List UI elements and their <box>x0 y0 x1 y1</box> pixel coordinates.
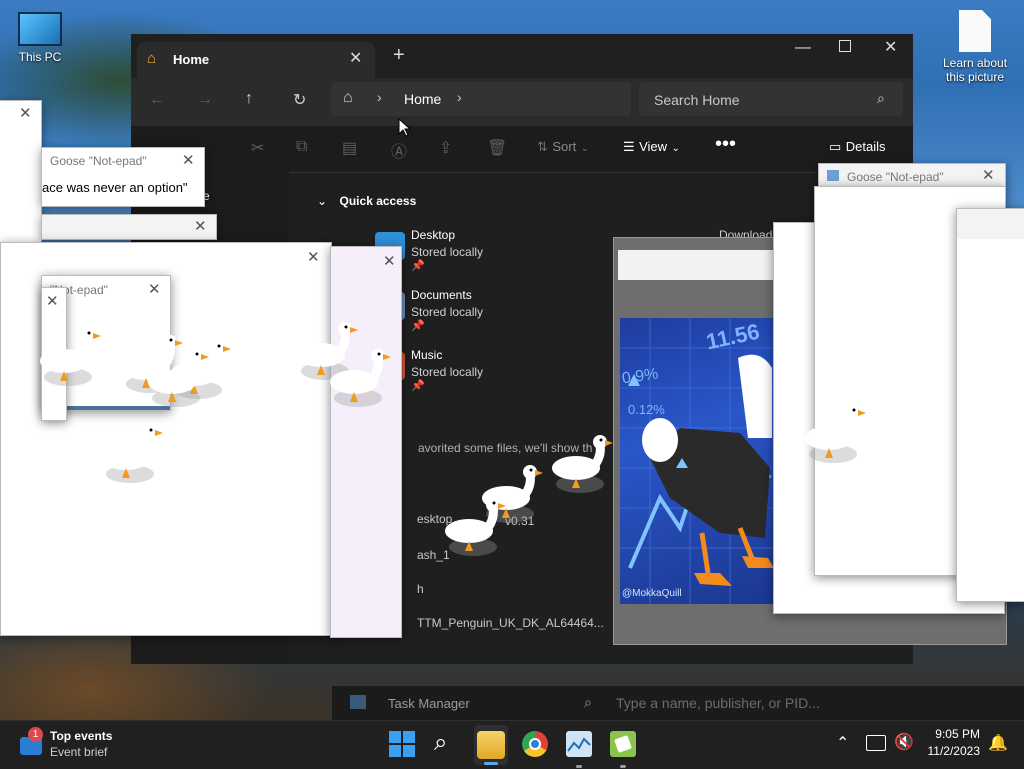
widget-subtitle: Event brief <box>50 745 108 759</box>
active-indicator <box>484 762 498 765</box>
notification-badge: 1 <box>28 727 43 742</box>
search-button[interactable]: ⌕ <box>434 729 447 757</box>
goose[interactable] <box>552 435 613 493</box>
clock[interactable]: 9:05 PM 11/2/2023 <box>920 727 981 758</box>
file-explorer-taskbar-button[interactable] <box>474 725 508 765</box>
goose[interactable] <box>102 425 163 483</box>
task-manager-icon <box>567 737 591 752</box>
chevron-up-icon[interactable]: ⌃ <box>836 733 849 753</box>
widget-title: Top events <box>50 729 113 743</box>
chrome-icon <box>529 738 541 750</box>
notification-bell-icon[interactable]: 🔔 <box>988 733 1008 753</box>
mouse-cursor-icon <box>398 118 412 137</box>
widgets-button[interactable]: 1 Top events Event brief <box>16 727 126 763</box>
goose[interactable] <box>445 498 506 556</box>
desktop-geese-layer <box>0 0 1024 720</box>
folder-icon <box>477 731 505 759</box>
start-button[interactable] <box>389 731 415 757</box>
taskbar: 1 Top events Event brief ⌕ ⌃ 🔇 9:05 PM 1… <box>0 720 1024 769</box>
clock-time: 9:05 PM <box>935 727 980 741</box>
chrome-taskbar-button[interactable] <box>522 731 548 757</box>
goose-app-taskbar-button[interactable] <box>610 731 636 768</box>
clock-date: 11/2/2023 <box>927 744 981 758</box>
network-icon[interactable] <box>866 735 886 751</box>
goose[interactable] <box>805 405 866 463</box>
volume-muted-icon[interactable]: 🔇 <box>894 732 914 752</box>
goose[interactable] <box>40 328 101 386</box>
task-manager-taskbar-button[interactable] <box>566 731 592 768</box>
notepad-icon <box>614 735 632 753</box>
